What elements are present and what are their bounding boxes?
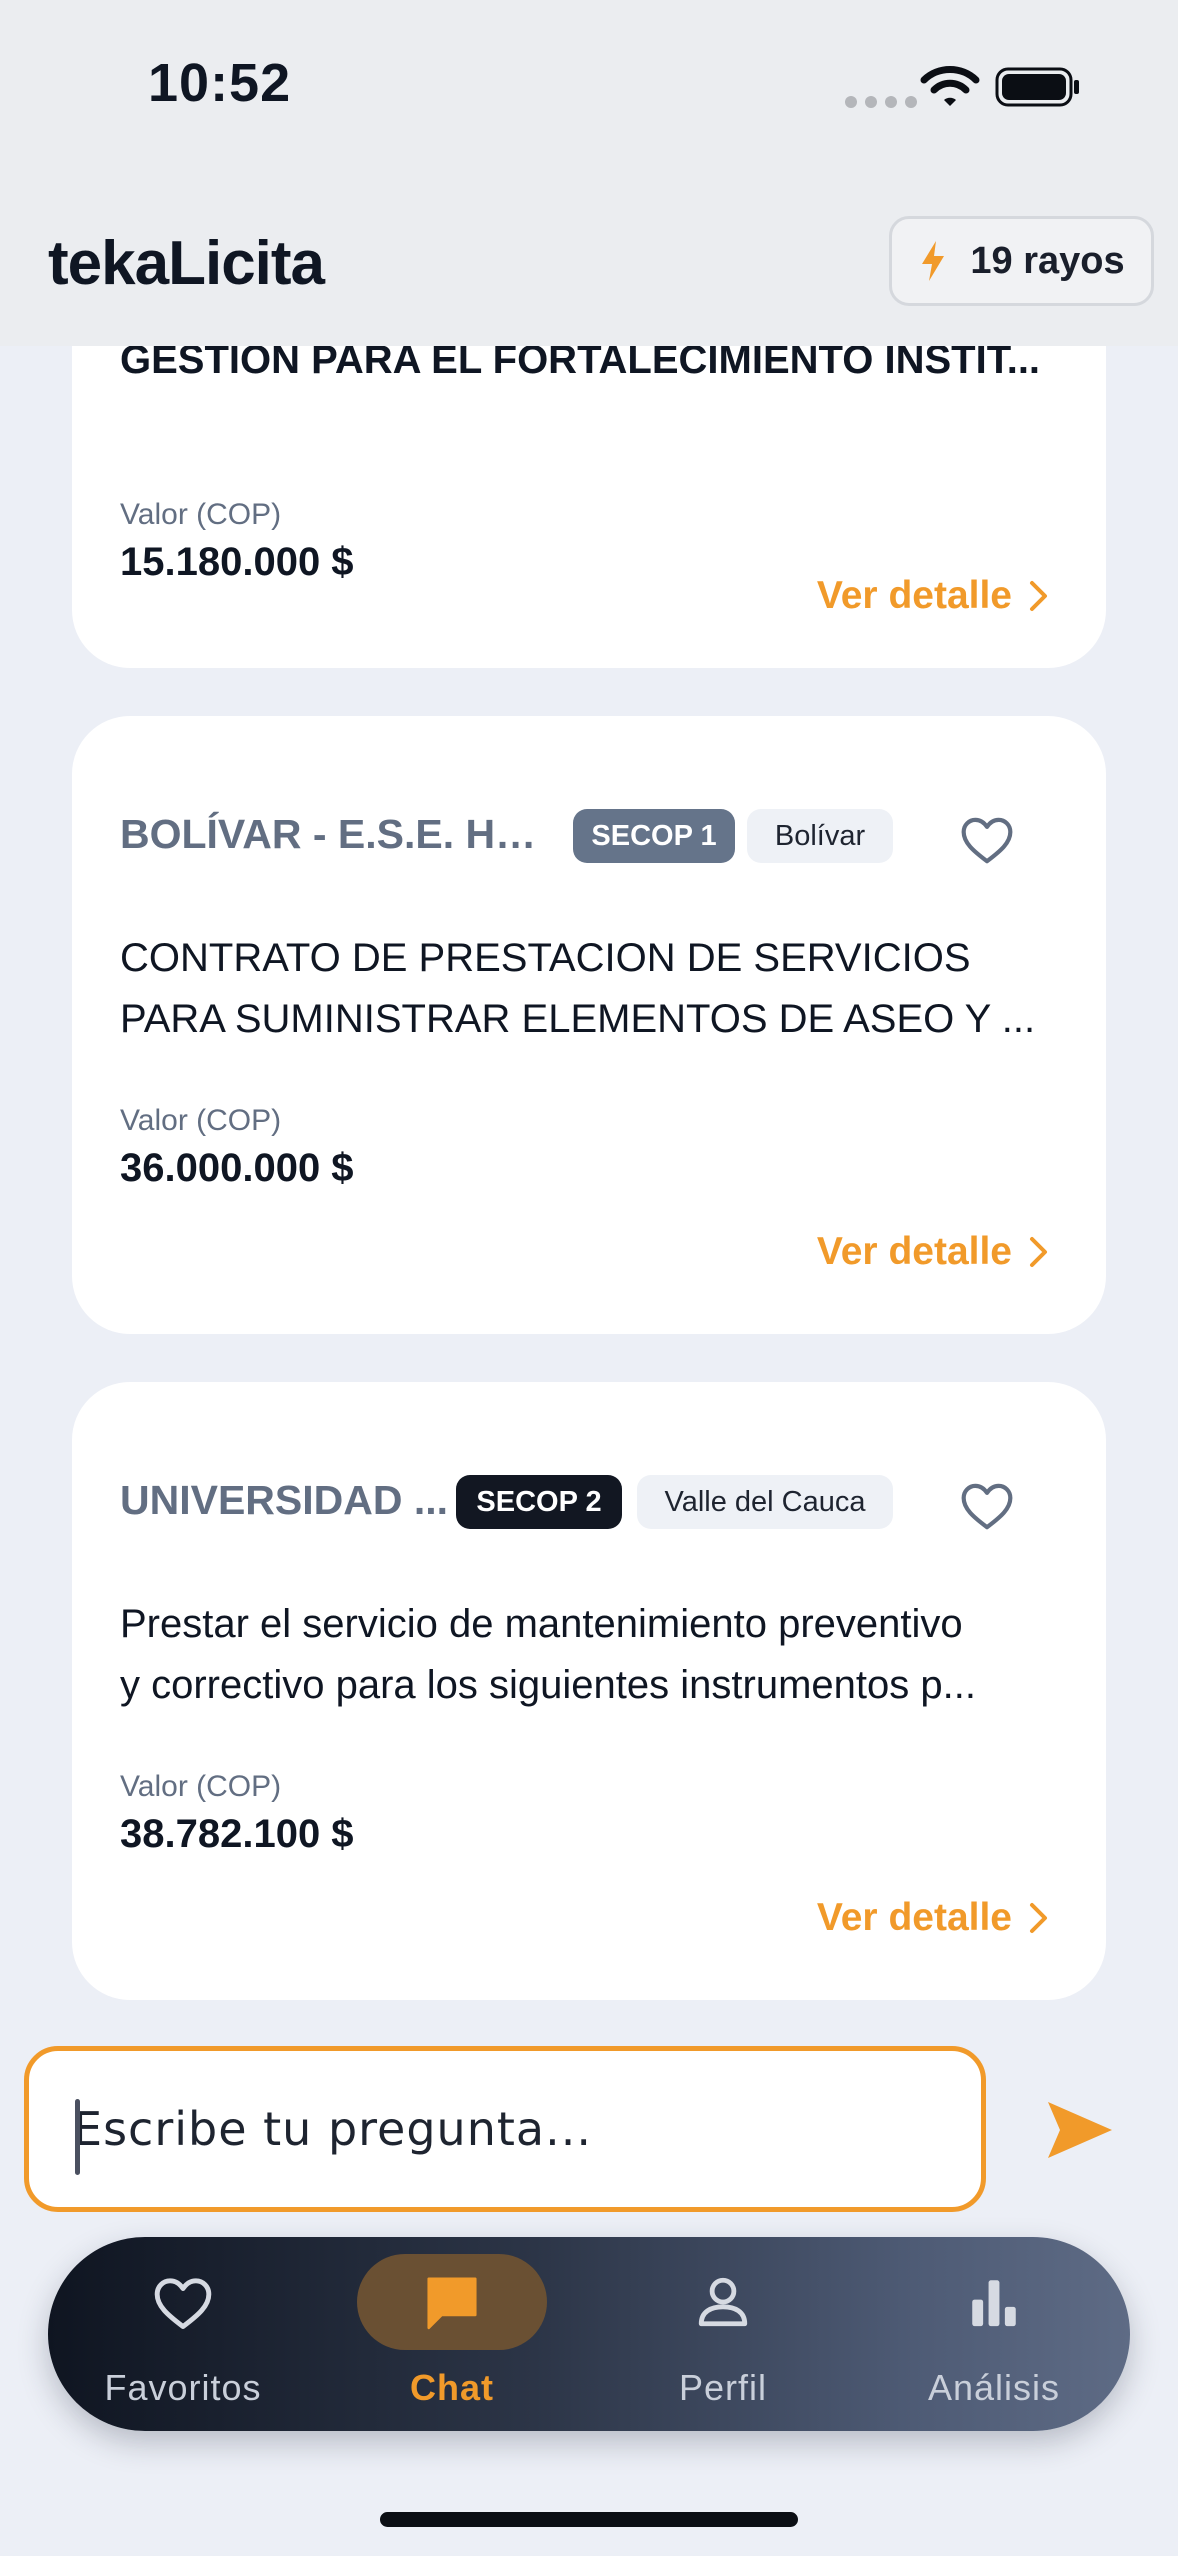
- home-indicator: [380, 2512, 798, 2527]
- heart-icon: [961, 817, 1013, 864]
- source-badge: SECOP 2: [456, 1475, 622, 1529]
- tab-perfil[interactable]: Perfil: [608, 2237, 838, 2431]
- status-time: 10:52: [148, 53, 292, 113]
- send-icon[interactable]: [1040, 2090, 1120, 2170]
- tender-card[interactable]: UNIVERSIDAD ... SECOP 2 Valle del Cauca …: [72, 1382, 1106, 2000]
- region-badge: Bolívar: [747, 809, 893, 863]
- description-line: CONTRATO DE PRESTACION DE SERVICIOS: [120, 936, 971, 980]
- description-line: y correctivo para los siguientes instrum…: [120, 1663, 976, 1707]
- tab-chat[interactable]: Chat: [337, 2237, 567, 2431]
- wifi-icon: [920, 66, 980, 106]
- tender-description: CONTRATO DE PRESTACION DE SERVICIOS PARA…: [120, 928, 1070, 1050]
- chevron-right-icon: [1030, 1237, 1047, 1267]
- favorite-button[interactable]: [954, 806, 1020, 872]
- tab-label: Favoritos: [104, 2367, 262, 2408]
- tab-label: Perfil: [678, 2367, 768, 2408]
- rayos-balance-button[interactable]: 19 rayos: [889, 216, 1154, 306]
- tender-value: 36.000.000 $: [120, 1146, 354, 1190]
- tender-card[interactable]: BOLÍVAR - E.S.E. HO... SECOP 1 Bolívar C…: [72, 716, 1106, 1334]
- battery-icon: [995, 67, 1079, 107]
- tender-value: 15.180.000 $: [120, 540, 354, 584]
- tender-value: 38.782.100 $: [120, 1812, 354, 1856]
- description-line: PARA SUMINISTRAR ELEMENTOS DE ASEO Y ...: [120, 997, 1036, 1041]
- heart-icon: [961, 1483, 1013, 1530]
- lightning-bolt-icon: [922, 241, 945, 281]
- bar-chart-icon: [959, 2267, 1029, 2337]
- ver-detalle-label: Ver detalle: [816, 1896, 1012, 1939]
- entity-name: BOLÍVAR - E.S.E. HO...: [120, 811, 550, 857]
- tab-label: Chat: [410, 2367, 494, 2408]
- heart-icon: [148, 2267, 218, 2337]
- tab-analisis[interactable]: Análisis: [879, 2237, 1109, 2431]
- rayos-count: 19 rayos: [970, 239, 1125, 282]
- value-label: Valor (COP): [120, 1770, 282, 1803]
- entity-name: UNIVERSIDAD ...: [120, 1477, 449, 1523]
- chat-input-container[interactable]: [24, 2046, 986, 2212]
- tab-label: Análisis: [927, 2367, 1061, 2408]
- text-caret: [75, 2099, 80, 2175]
- ver-detalle-label: Ver detalle: [816, 1230, 1012, 1273]
- tab-favoritos[interactable]: Favoritos: [68, 2237, 298, 2431]
- bottom-tab-bar: Favoritos Chat Perfil Análisis: [48, 2237, 1130, 2431]
- person-icon: [688, 2267, 758, 2337]
- favorite-button[interactable]: [954, 1472, 1020, 1538]
- value-label: Valor (COP): [120, 498, 282, 531]
- ver-detalle-button[interactable]: Ver detalle: [817, 1230, 1050, 1274]
- ver-detalle-button[interactable]: Ver detalle: [817, 1896, 1050, 1940]
- tender-description: Prestar el servicio de mantenimiento pre…: [120, 1594, 1070, 1716]
- region-badge: Valle del Cauca: [637, 1475, 893, 1529]
- chevron-right-icon: [1030, 581, 1047, 611]
- source-badge: SECOP 1: [573, 809, 735, 863]
- status-bar: 10:52: [0, 0, 1178, 190]
- chat-bubble-icon: [417, 2267, 487, 2337]
- description-line: Prestar el servicio de mantenimiento pre…: [120, 1602, 963, 1646]
- value-label: Valor (COP): [120, 1104, 282, 1137]
- app-header: tekaLicita 19 rayos: [0, 190, 1178, 346]
- chevron-right-icon: [1030, 1903, 1047, 1933]
- cellular-signal-icon: [845, 96, 917, 108]
- ver-detalle-button[interactable]: Ver detalle: [817, 574, 1050, 618]
- ver-detalle-label: Ver detalle: [816, 574, 1012, 617]
- chat-question-input[interactable]: [73, 2093, 953, 2165]
- app-title: tekaLicita: [48, 229, 325, 298]
